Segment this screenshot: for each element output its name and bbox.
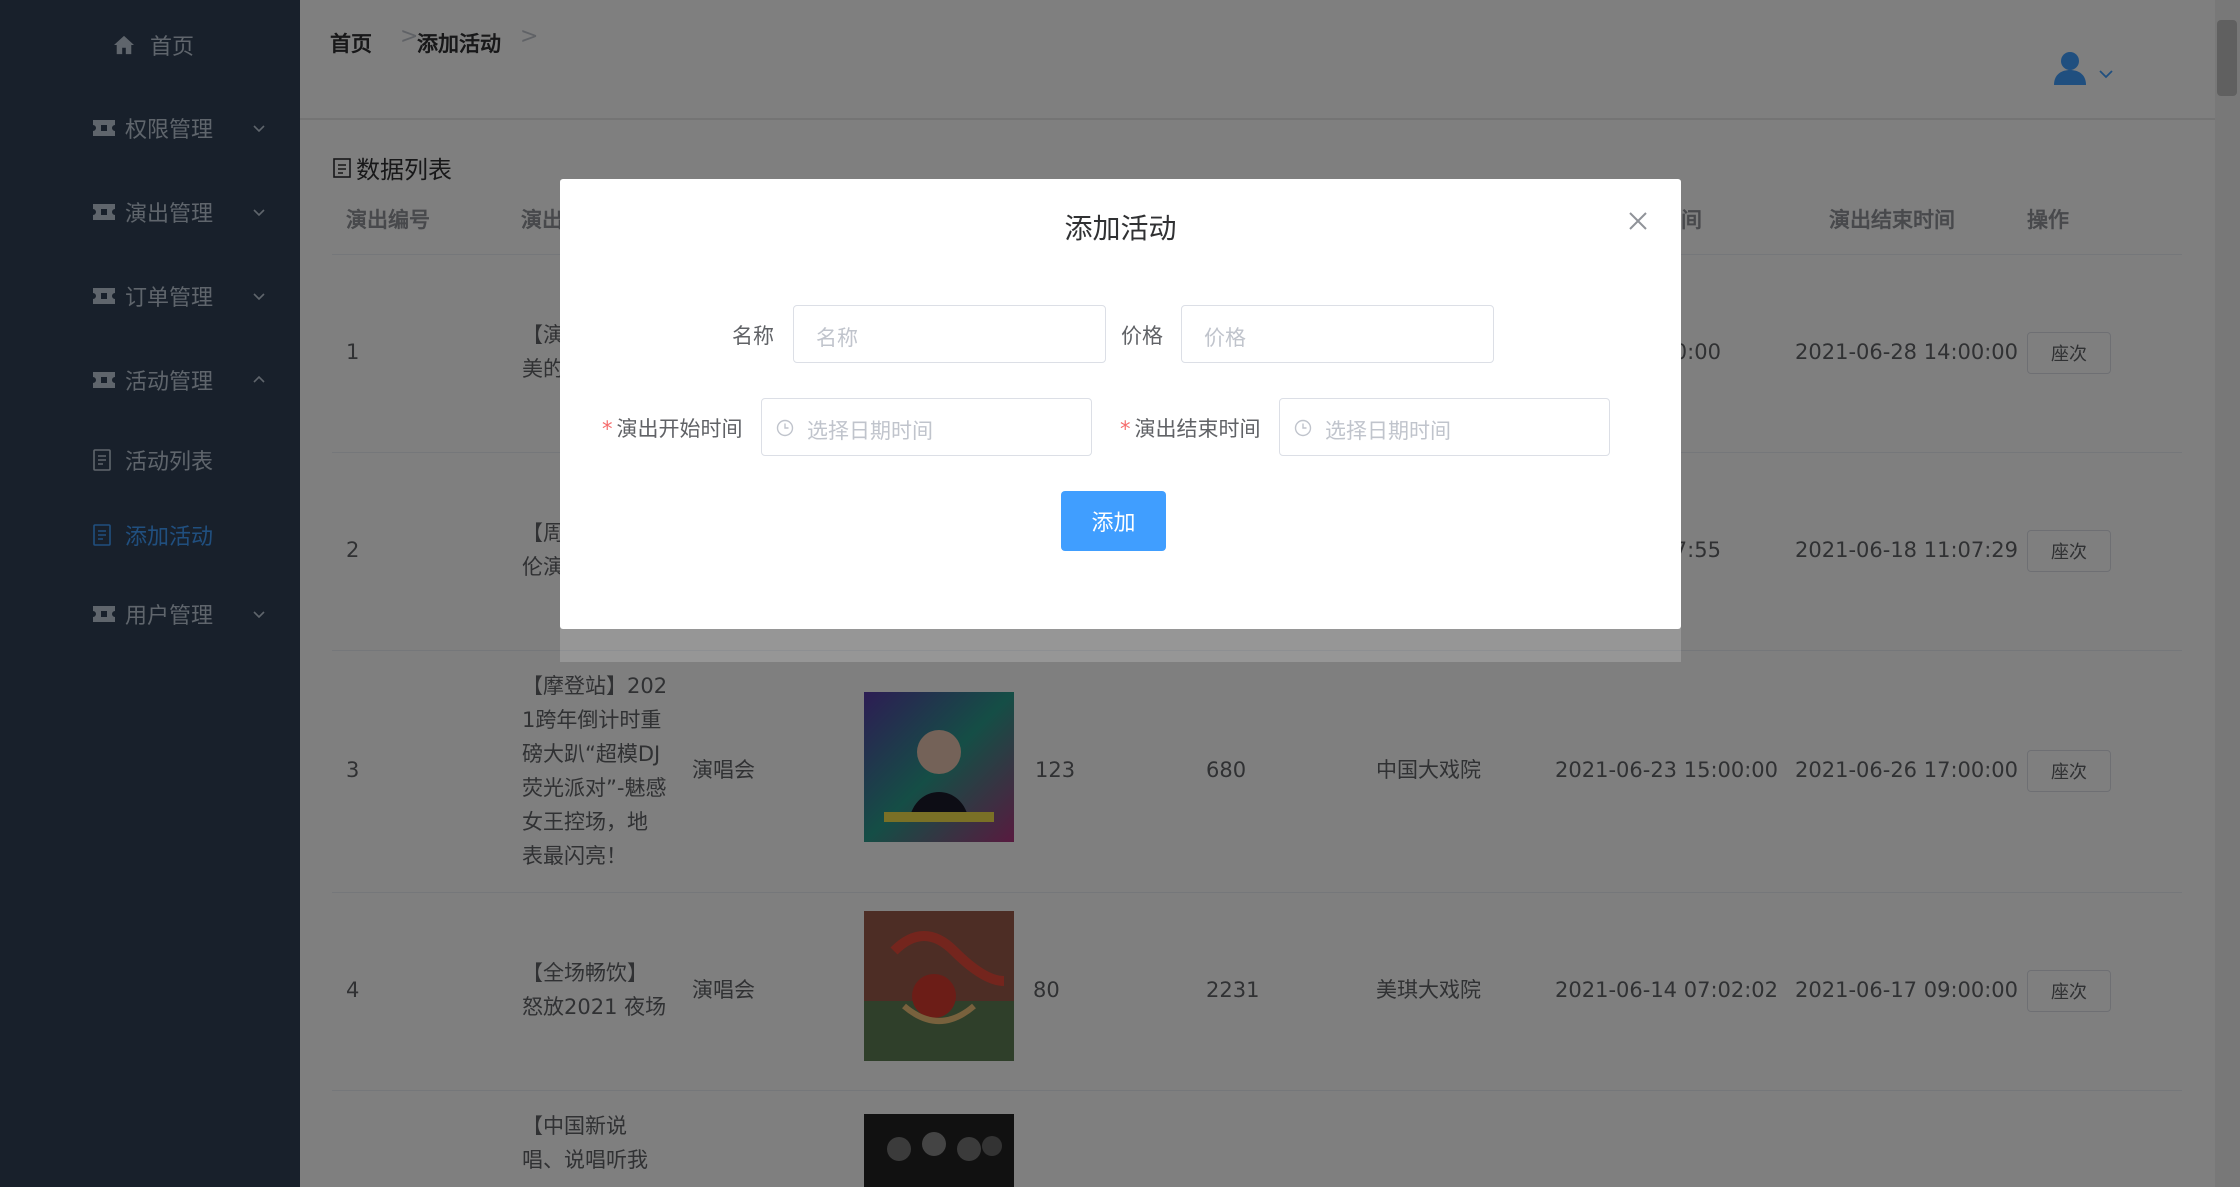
- start-time-label: * 演出开始时间: [602, 413, 743, 443]
- add-button[interactable]: 添加: [1061, 491, 1166, 551]
- start-datetime-picker[interactable]: 选择日期时间: [761, 398, 1092, 456]
- price-input[interactable]: 价格: [1181, 305, 1494, 363]
- name-label: 名称: [732, 324, 774, 348]
- start-placeholder: 选择日期时间: [807, 419, 933, 443]
- clock-icon: [1294, 419, 1312, 437]
- price-placeholder: 价格: [1204, 326, 1246, 350]
- end-datetime-picker[interactable]: 选择日期时间: [1279, 398, 1610, 456]
- add-activity-dialog: 添加活动 名称 名称 价格 价格 * 演出开始时间 选择日期时间 * 演出结束时间 …: [560, 179, 1681, 629]
- close-icon[interactable]: [1627, 210, 1649, 232]
- name-input[interactable]: 名称: [793, 305, 1106, 363]
- end-time-label-text: 演出结束时间: [1134, 417, 1261, 441]
- end-placeholder: 选择日期时间: [1325, 419, 1451, 443]
- clock-icon: [776, 419, 794, 437]
- required-mark: *: [602, 417, 613, 441]
- required-mark: *: [1120, 417, 1131, 441]
- dialog-title: 添加活动: [1064, 212, 1177, 245]
- name-placeholder: 名称: [816, 326, 858, 350]
- price-label: 价格: [1121, 324, 1163, 348]
- end-time-label: * 演出结束时间: [1120, 413, 1261, 443]
- start-time-label-text: 演出开始时间: [616, 417, 743, 441]
